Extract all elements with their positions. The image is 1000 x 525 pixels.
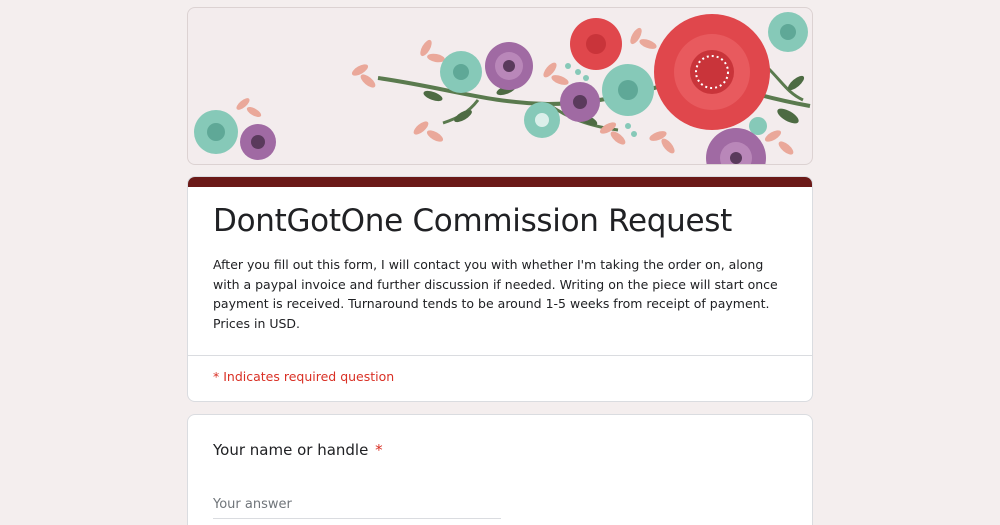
form-description: After you fill out this form, I will con… <box>213 257 778 331</box>
form-title: DontGotOne Commission Request <box>213 203 732 239</box>
floral-header-image <box>194 12 811 164</box>
required-asterisk: * <box>375 441 383 459</box>
required-question-note: * Indicates required question <box>213 369 395 384</box>
theme-accent-bar <box>188 177 812 187</box>
question-label: Your name or handle * <box>213 441 383 459</box>
question-label-text: Your name or handle <box>213 441 369 459</box>
form-header-banner <box>187 7 813 165</box>
name-answer-input[interactable] <box>213 491 501 519</box>
card-divider <box>188 355 812 356</box>
form-page: DontGotOne Commission Request After you … <box>0 0 1000 525</box>
question-card-name: Your name or handle * <box>187 414 813 525</box>
form-title-card: DontGotOne Commission Request After you … <box>187 176 813 402</box>
